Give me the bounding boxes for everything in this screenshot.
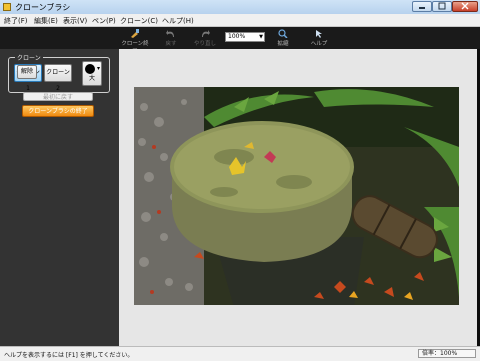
restore-button[interactable]: 最初に戻す: [23, 92, 93, 101]
menu-clone[interactable]: クローン(C): [120, 16, 158, 26]
minimize-icon: [419, 7, 425, 9]
brush-icon: [131, 29, 139, 38]
brush-dot-icon: [85, 64, 100, 74]
menu-pen[interactable]: ペン(P): [92, 16, 116, 26]
zoom-fit-icon: [278, 29, 288, 38]
undo-icon: [166, 30, 174, 37]
window-title: クローンブラシ: [15, 3, 71, 12]
brush-size-button[interactable]: 大: [82, 61, 102, 86]
undo-label: 戻す: [165, 41, 177, 47]
fit-label: 拡縮: [277, 41, 289, 47]
clone-exit-button[interactable]: クローン終了: [120, 28, 150, 55]
zoom-select[interactable]: 100% ▼: [225, 32, 265, 42]
clone-group-label: クローン: [15, 53, 43, 62]
finish-clone-brush-button[interactable]: クローンブラシの終了: [22, 105, 94, 117]
menu-help[interactable]: ヘルプ(H): [162, 16, 194, 26]
app-icon: [3, 3, 11, 11]
title-bar: クローンブラシ: [0, 0, 480, 14]
redo-label: やり直し: [193, 41, 216, 47]
maximize-icon: [438, 2, 446, 10]
zoom-indicator: 倍率：100%: [418, 349, 476, 358]
close-icon: [461, 2, 469, 10]
maximize-button[interactable]: [432, 1, 452, 12]
close-button[interactable]: [452, 1, 478, 12]
menu-exit[interactable]: 終了(F): [4, 16, 28, 26]
menu-view[interactable]: 表示(V): [63, 16, 87, 26]
clone-panel: クローン クローン1 クローン2 大 解除 最初に戻す クローンブラシの終了: [0, 49, 119, 346]
redo-icon: [202, 30, 210, 37]
help-icon: [316, 30, 322, 38]
clone2-button[interactable]: クローン2: [44, 64, 72, 92]
status-hint: ヘルプを表示するには [F1] を押してください。: [4, 352, 134, 359]
zoom-select-value: 100%: [228, 33, 246, 40]
app-window: クローンブラシ 終了(F) 編集(E) 表示(V) ペン(P) クローン(C) …: [0, 0, 480, 361]
status-bar: ヘルプを表示するには [F1] を押してください。 倍率：100%: [0, 346, 480, 361]
undo-button[interactable]: 戻す: [156, 28, 186, 48]
edited-photo[interactable]: [134, 87, 459, 305]
brush-size-label: 大: [88, 75, 95, 82]
finish-label: クローンブラシの終了: [28, 108, 88, 115]
chevron-down-icon: ▼: [259, 34, 263, 40]
help-button[interactable]: ヘルプ: [304, 28, 334, 48]
menu-edit[interactable]: 編集(E): [34, 16, 58, 26]
menu-bar: 終了(F) 編集(E) 表示(V) ペン(P) クローン(C) ヘルプ(H): [0, 14, 480, 27]
minimize-button[interactable]: [412, 1, 432, 12]
fit-button[interactable]: 拡縮: [268, 28, 298, 48]
cancel-button[interactable]: 解除: [17, 65, 37, 79]
help-label: ヘルプ: [310, 41, 328, 47]
redo-button[interactable]: やり直し: [190, 28, 220, 48]
